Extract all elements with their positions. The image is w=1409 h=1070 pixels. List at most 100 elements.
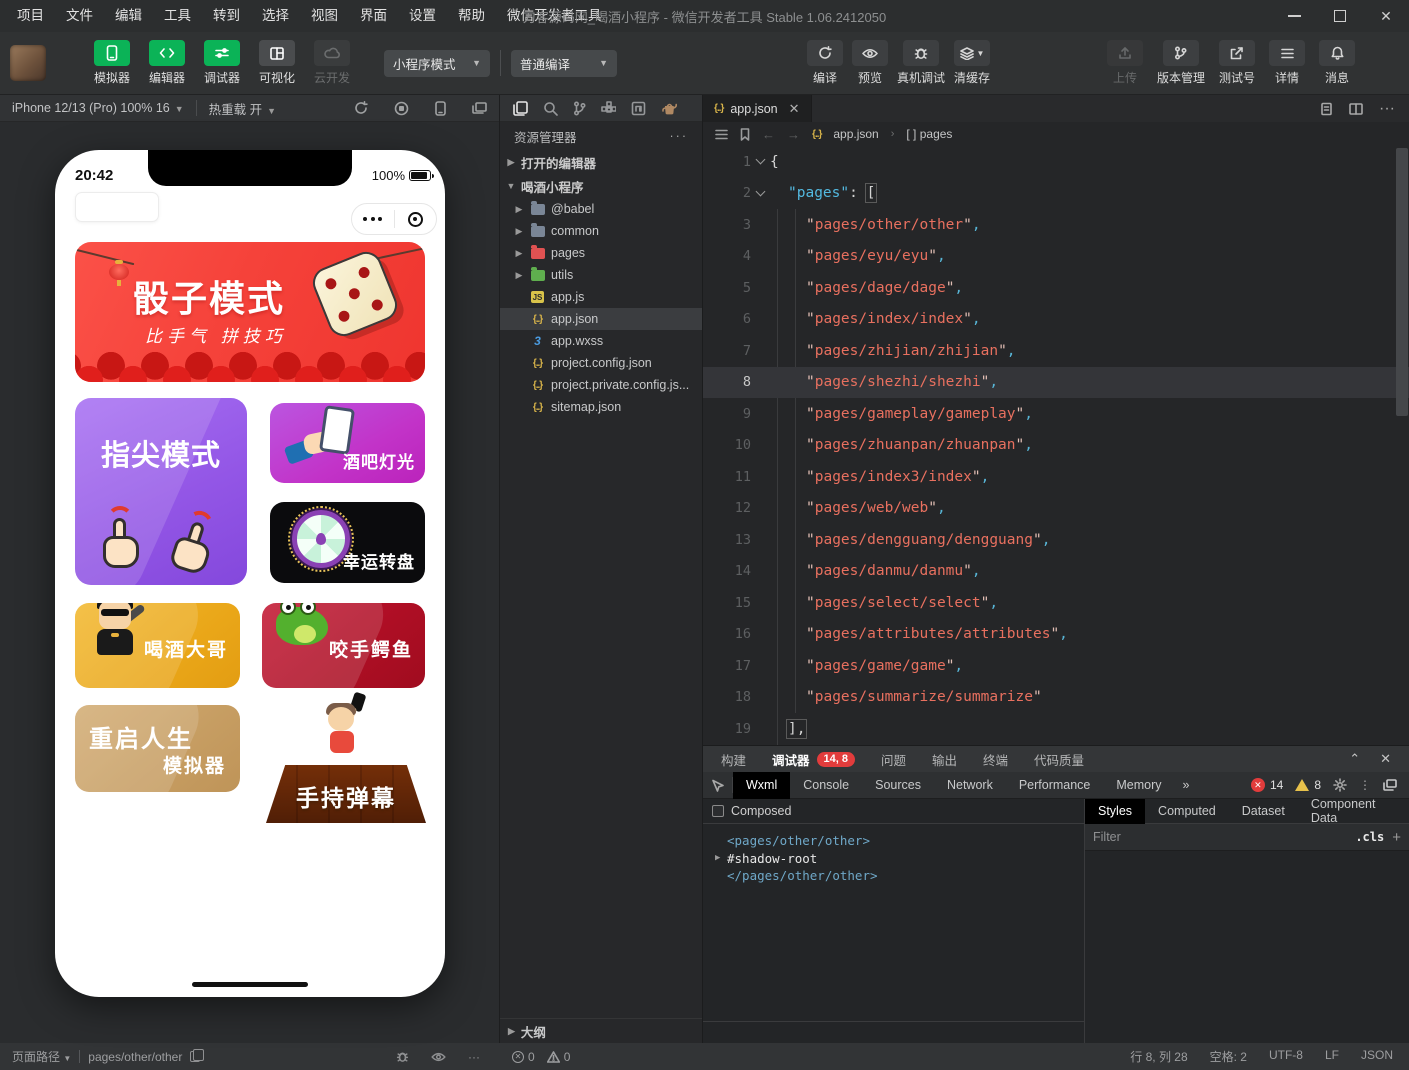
menu-item[interactable]: 选择 [251,0,300,32]
close-panel-icon[interactable]: ✕ [1380,751,1391,767]
upload-button[interactable]: 上传 [1107,40,1143,86]
wxml-node[interactable]: ▶#shadow-root [715,850,1084,868]
tree-item-common[interactable]: ▶common [500,220,702,242]
compile-button[interactable]: 编译 [807,40,843,86]
panel-tab-输出[interactable]: 输出 [932,750,957,769]
tile-drinking-bro[interactable]: 喝酒大哥 [75,603,240,688]
code-line-4[interactable]: 4"pages/eyu/eyu", [703,241,1409,273]
styles-tab-dataset[interactable]: Dataset [1229,799,1298,824]
code-line-7[interactable]: 7"pages/zhijian/zhijian", [703,335,1409,367]
tree-item-project-private-config-js-[interactable]: {..}project.private.config.js... [500,374,702,396]
copy-icon[interactable] [190,1051,200,1062]
code-line-14[interactable]: 14"pages/danmu/danmu", [703,556,1409,588]
problems-errors[interactable]: ✕0 [512,1050,535,1064]
close-tab-icon[interactable]: ✕ [789,101,800,117]
record-icon[interactable] [394,101,409,116]
breadcrumb-file[interactable]: app.json [833,127,878,141]
user-avatar[interactable] [10,45,46,81]
clear-cache-button[interactable]: ▼ 清缓存 [954,40,990,86]
phone-frame-icon[interactable] [435,101,446,116]
code-line-19[interactable]: 19], [703,713,1409,745]
tile-fingertip-mode[interactable]: 指尖模式 [75,398,247,585]
fold-chevron-icon[interactable] [751,192,770,195]
open-preview-icon[interactable] [1320,102,1333,116]
test-account-button[interactable]: 测试号 [1219,40,1255,86]
tree-item-utils[interactable]: ▶utils [500,264,702,286]
statusbar-item[interactable]: LF [1325,1048,1339,1065]
menu-item[interactable]: 帮助 [447,0,496,32]
devtools-tab-wxml[interactable]: Wxml [733,772,790,799]
statusbar-item[interactable]: 行 8, 列 28 [1130,1048,1187,1065]
maximize-button[interactable] [1317,0,1363,32]
tree-item-pages[interactable]: ▶pages [500,242,702,264]
code-line-18[interactable]: 18"pages/summarize/summarize" [703,682,1409,714]
messages-button[interactable]: 消息 [1319,40,1355,86]
visual-toggle-button[interactable]: 可视化 [253,40,301,86]
close-circle-icon[interactable] [395,212,437,227]
inspect-cursor-icon[interactable] [703,777,733,793]
close-button[interactable]: ✕ [1363,0,1409,32]
tree-item-app-json[interactable]: {..}app.json [500,308,702,330]
add-style-icon[interactable]: + [1392,829,1401,846]
menu-item[interactable]: 文件 [55,0,104,32]
statusbar-item[interactable]: UTF-8 [1269,1048,1303,1065]
problems-warnings[interactable]: 0 [547,1050,571,1064]
panel-tab-代码质量[interactable]: 代码质量 [1034,750,1084,769]
kebab-menu-icon[interactable]: ⋮ [1359,778,1371,792]
styles-tab-computed[interactable]: Computed [1145,799,1229,824]
devtools-tab-network[interactable]: Network [934,772,1006,799]
miniprogram-capsule[interactable] [351,203,437,235]
outline-section[interactable]: ▶ 大纲 [500,1018,702,1043]
forward-icon[interactable]: → [787,127,800,142]
page-path-value[interactable]: pages/other/other [88,1050,182,1064]
filter-input[interactable] [1093,830,1347,844]
tile-lucky-wheel[interactable]: 幸运转盘 [270,502,425,583]
code-editor[interactable]: 1{2"pages": [3"pages/other/other",4"page… [703,146,1409,745]
tab-app-json[interactable]: {..} app.json ✕ [703,95,812,122]
devtools-tab-performance[interactable]: Performance [1006,772,1104,799]
back-icon[interactable]: ← [762,127,775,142]
breadcrumb-node[interactable]: [ ] pages [906,127,952,141]
device-debug-button[interactable]: 真机调试 [897,40,945,86]
teapot-icon[interactable] [661,102,678,115]
tree-item-sitemap-json[interactable]: {..}sitemap.json [500,396,702,418]
code-line-16[interactable]: 16"pages/attributes/attributes", [703,619,1409,651]
tree-item--babel[interactable]: ▶@babel [500,198,702,220]
code-line-9[interactable]: 9"pages/gameplay/gameplay", [703,398,1409,430]
npm-icon[interactable] [631,101,646,116]
tile-crocodile[interactable]: 咬手鳄鱼 [262,603,425,688]
version-management-button[interactable]: 版本管理 [1157,40,1205,86]
gear-icon[interactable] [1333,778,1347,792]
editor-toggle-button[interactable]: 编辑器 [143,40,191,86]
chevron-double-icon[interactable]: » [1175,778,1198,792]
menu-item[interactable]: 项目 [6,0,55,32]
open-editors-section[interactable]: ▶ 打开的编辑器 [500,150,702,174]
more-actions-icon[interactable]: ··· [670,129,689,143]
tree-item-app-js[interactable]: JSapp.js [500,286,702,308]
more-dots-icon[interactable] [352,217,394,221]
code-line-6[interactable]: 6"pages/index/index", [703,304,1409,336]
preview-button[interactable]: 预览 [852,40,888,86]
wxml-tree[interactable]: <pages/other/other>▶#shadow-root</pages/… [703,824,1084,1021]
code-line-12[interactable]: 12"pages/web/web", [703,493,1409,525]
git-branch-icon[interactable] [573,101,586,116]
compile-mode-select[interactable]: 普通编译▼ [511,50,617,77]
hot-reload-toggle[interactable]: 热重载 开▼ [209,99,276,118]
menu-item[interactable]: 工具 [153,0,202,32]
code-line-13[interactable]: 13"pages/dengguang/dengguang", [703,524,1409,556]
dock-icon[interactable] [1383,779,1397,791]
page-path-select[interactable]: 页面路径 ▼ [12,1048,71,1065]
simulator-toggle-button[interactable]: 模拟器 [88,40,136,86]
device-select[interactable]: iPhone 12/13 (Pro) 100% 16▼ [12,101,184,115]
panel-tab-终端[interactable]: 终端 [983,750,1008,769]
wxml-node[interactable]: </pages/other/other> [715,867,1084,885]
composed-checkbox[interactable] [712,805,724,817]
panel-tab-问题[interactable]: 问题 [881,750,906,769]
debugger-toggle-button[interactable]: 调试器 [198,40,246,86]
banner-dice-mode[interactable]: 骰子模式 比手气 拼技巧 [75,242,425,382]
code-line-8[interactable]: 8"pages/shezhi/shezhi", [703,367,1409,399]
wxml-node[interactable]: <pages/other/other> [715,832,1084,850]
menu-item[interactable]: 转到 [202,0,251,32]
outline-list-icon[interactable] [715,129,728,140]
collapse-panel-icon[interactable]: ⌃ [1349,751,1360,767]
